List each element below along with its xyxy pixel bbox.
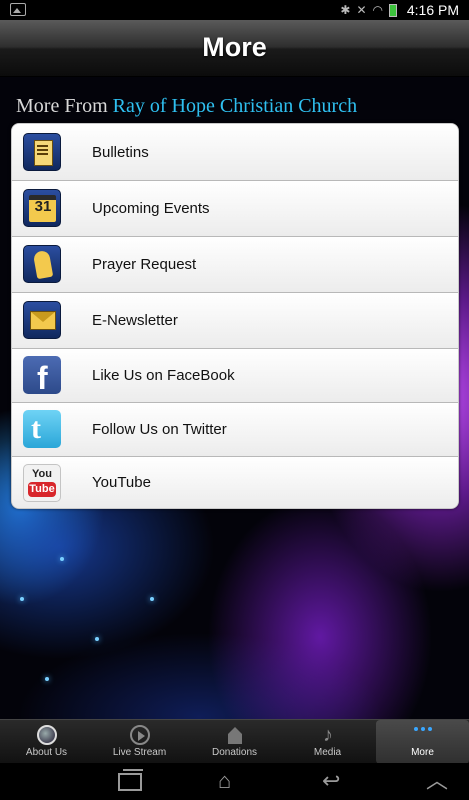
sparkle [95,637,99,641]
sparkle [60,557,64,561]
back-icon[interactable]: ↩ [322,769,340,793]
tab-label: Live Stream [112,747,167,758]
status-icons: ✱ ✕ ◠ [340,2,397,18]
tab-label: More [411,747,434,758]
wifi-icon: ◠ [372,3,383,17]
menu-item-prayer-request[interactable]: Prayer Request [12,237,458,293]
facebook-icon: f [23,356,61,396]
sparkle [45,677,49,681]
calendar-icon: 31 [23,189,61,227]
mute-icon: ✕ [356,3,367,17]
bottom-tab-bar: About Us Live Stream Donations ♪ Media M… [0,719,469,764]
menu-item-youtube[interactable]: You Tube YouTube [12,457,458,508]
image-icon [10,3,26,16]
sparkle [20,597,24,601]
more-dots-icon [413,725,433,745]
menu-item-label: Bulletins [92,144,149,161]
play-icon [130,725,150,745]
tab-label: Donations [211,747,258,758]
status-time: 4:16 PM [406,2,459,18]
recent-apps-icon[interactable] [118,769,143,791]
globe-icon [37,725,57,745]
menu-item-bulletins[interactable]: Bulletins [12,124,458,181]
menu-item-facebook[interactable]: f Like Us on FaceBook [12,349,458,403]
menu-item-upcoming-events[interactable]: 31 Upcoming Events [12,181,458,237]
tab-about-us[interactable]: About Us [0,720,93,764]
sparkle [150,597,154,601]
menu-item-twitter[interactable]: t Follow Us on Twitter [12,403,458,457]
church-icon [225,725,245,745]
battery-icon [389,3,397,17]
menu-item-label: Upcoming Events [92,200,210,217]
menu-item-e-newsletter[interactable]: E-Newsletter [12,293,458,349]
menu-item-label: Prayer Request [92,256,197,273]
tab-label: About Us [25,747,68,758]
youtube-logo-you: You [32,468,52,480]
tab-live-stream[interactable]: Live Stream [93,720,186,764]
praying-hands-icon [23,245,61,283]
home-icon[interactable]: ⌂ [218,769,231,793]
status-bar: ✱ ✕ ◠ 4:16 PM [0,0,469,20]
tab-label: Media [313,747,342,758]
tab-donations[interactable]: Donations [188,720,281,764]
church-name: Ray of Hope Christian Church [112,95,358,117]
music-note-icon: ♪ [323,724,333,746]
menu-item-label: YouTube [92,474,151,491]
twitter-glyph: t [31,412,41,445]
menu-item-label: Like Us on FaceBook [92,367,235,384]
title-bar: More [0,20,469,77]
facebook-glyph: f [37,360,48,396]
up-chevron-icon[interactable]: ︿ [426,769,448,793]
twitter-icon: t [23,410,61,448]
section-heading-prefix: More From [16,95,108,117]
tab-more[interactable]: More [376,720,469,764]
menu-item-label: E-Newsletter [92,312,178,329]
system-nav-bar: ⌂ ↩ ︿ [0,763,469,800]
calendar-day: 31 [34,198,52,215]
page-title: More [202,32,267,62]
envelope-icon [23,301,61,339]
youtube-icon: You Tube [23,464,61,502]
tab-media[interactable]: ♪ Media [281,720,374,764]
section-heading: More From Ray of Hope Christian Church [16,95,357,118]
bluetooth-icon: ✱ [340,3,351,17]
youtube-logo-tube: Tube [28,482,56,497]
more-menu-list: Bulletins 31 Upcoming Events Prayer Requ… [11,123,459,509]
bulletin-icon [23,133,61,171]
menu-item-label: Follow Us on Twitter [92,421,227,438]
